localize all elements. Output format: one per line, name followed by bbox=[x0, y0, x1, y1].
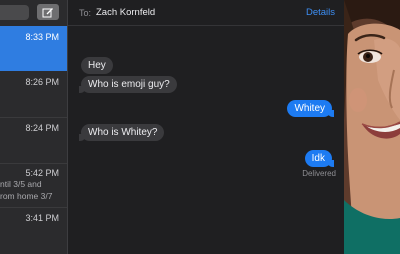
incoming-message-bubble[interactable]: Who is Whitey? bbox=[78, 124, 165, 141]
compose-icon bbox=[42, 7, 53, 17]
search-field[interactable] bbox=[0, 5, 29, 20]
conversation-item[interactable]: 8:24 PM bbox=[0, 118, 67, 164]
to-label: To: bbox=[79, 8, 92, 18]
transcript-pane: To: Zach Kornfeld Details Hey Who is emo… bbox=[68, 0, 344, 254]
conversation-snippet: ntil 3/5 and bbox=[0, 179, 42, 189]
camera-preview-image bbox=[344, 0, 400, 254]
outgoing-message-bubble[interactable]: Whitey bbox=[287, 100, 334, 117]
details-link[interactable]: Details bbox=[306, 7, 335, 18]
message-text: Whitey bbox=[294, 103, 325, 114]
message-text: Hey bbox=[88, 60, 106, 71]
conversation-item[interactable]: 5:42 PM ntil 3/5 and rom home 3/7 bbox=[0, 164, 67, 208]
incoming-message-bubble[interactable]: Hey bbox=[81, 57, 113, 74]
message-text: Who is emoji guy? bbox=[88, 79, 170, 90]
outgoing-message-bubble[interactable]: Idk bbox=[304, 150, 335, 167]
conversation-item[interactable]: 3:41 PM bbox=[0, 208, 67, 254]
incoming-message-bubble[interactable]: Who is emoji guy? bbox=[79, 76, 177, 93]
conversation-snippet: rom home 3/7 bbox=[0, 191, 53, 201]
conversation-item[interactable]: 8:33 PM bbox=[0, 26, 67, 71]
conversation-time: 5:42 PM bbox=[25, 168, 59, 178]
message-text: Idk bbox=[311, 153, 325, 164]
message-header: To: Zach Kornfeld Details bbox=[68, 0, 344, 26]
conversation-time: 3:41 PM bbox=[25, 213, 59, 223]
message-text: Who is Whitey? bbox=[88, 127, 158, 138]
conversation-time: 8:26 PM bbox=[25, 77, 59, 87]
compose-button[interactable] bbox=[37, 4, 59, 20]
conversation-time: 8:33 PM bbox=[25, 32, 59, 42]
recipient-name[interactable]: Zach Kornfeld bbox=[96, 7, 155, 18]
delivered-status: Delivered bbox=[302, 169, 336, 178]
conversation-time: 8:24 PM bbox=[25, 123, 59, 133]
conversation-list: 8:33 PM 8:26 PM 8:24 PM 5:42 PM ntil 3/5… bbox=[0, 0, 67, 254]
camera-preview bbox=[344, 0, 400, 254]
sidebar-toolbar bbox=[0, 0, 67, 26]
conversation-item[interactable]: 8:26 PM bbox=[0, 71, 67, 118]
